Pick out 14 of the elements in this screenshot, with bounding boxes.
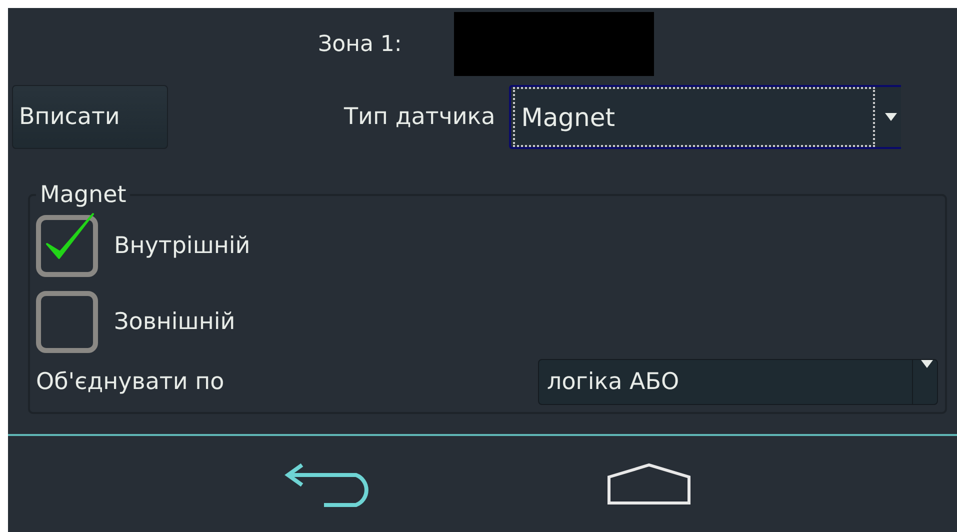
dropdown-arrow-icon [921, 360, 933, 368]
home-icon[interactable] [606, 463, 691, 505]
dropdown-arrow-icon [885, 113, 898, 121]
write-button[interactable]: Вписати [12, 85, 168, 149]
group-title: Magnet [39, 182, 128, 208]
sensor-type-dropdown[interactable]: Magnet [509, 85, 902, 149]
combine-label: Об'єднувати по [36, 369, 224, 395]
checkbox[interactable] [36, 215, 98, 277]
checkbox-label: Зовнішній [114, 309, 236, 335]
zone-label: Зона 1: [318, 32, 402, 56]
checkbox-label: Внутрішній [114, 233, 250, 259]
checkbox[interactable] [36, 291, 98, 353]
sensor-type-label: Тип датчика [344, 104, 496, 130]
combine-dropdown[interactable]: логіка АБО [538, 359, 938, 405]
